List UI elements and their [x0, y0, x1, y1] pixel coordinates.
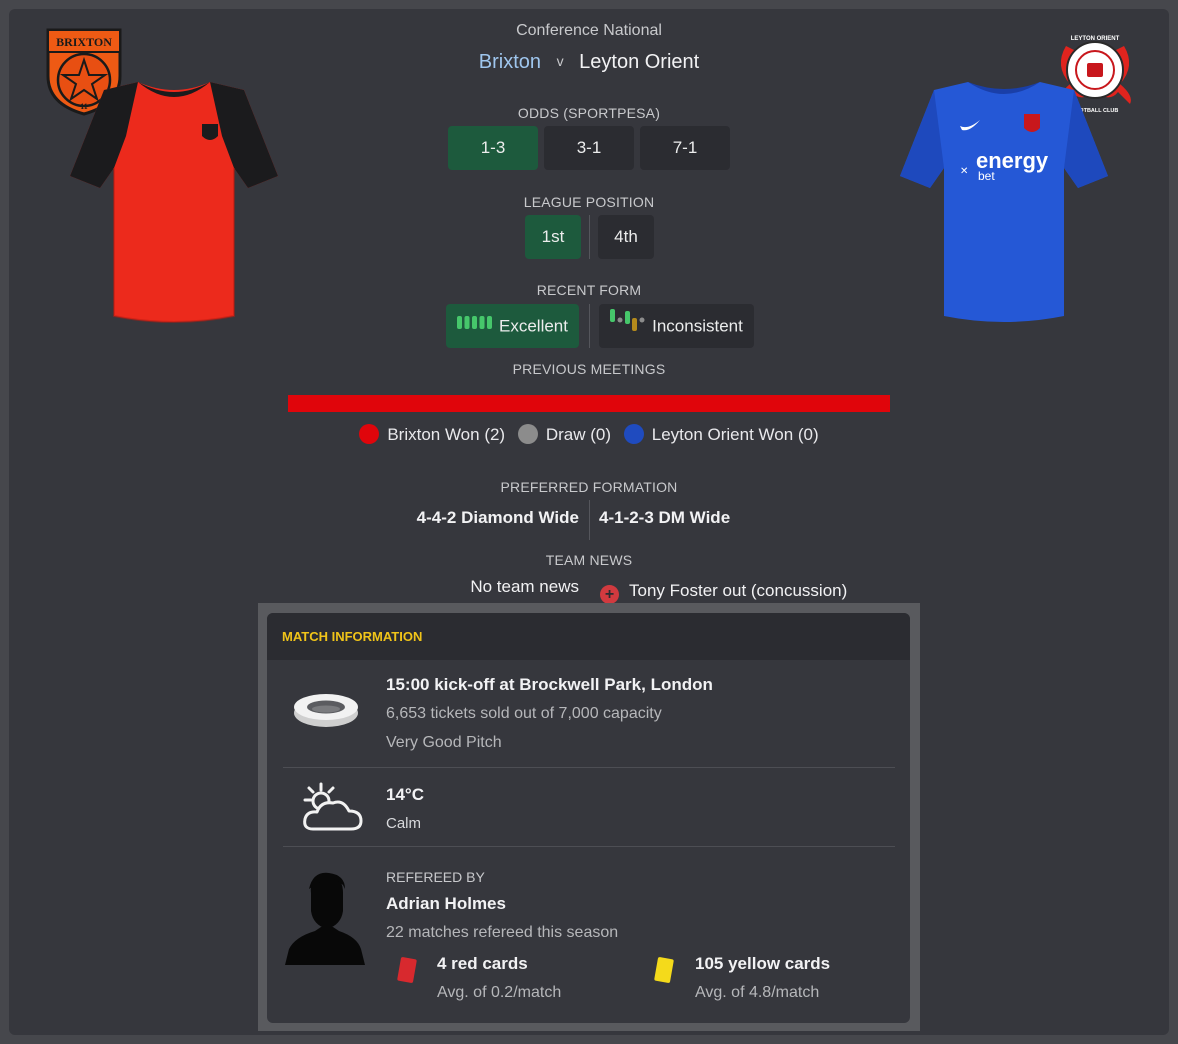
injury-icon: +	[600, 585, 619, 604]
away-team-name[interactable]: Leyton Orient	[579, 51, 699, 73]
legend-away-label: Leyton Orient Won (0)	[651, 425, 819, 444]
divider	[589, 215, 590, 259]
referee-avatar[interactable]	[285, 871, 365, 965]
formation-home[interactable]: 4-4-2 Diamond Wide	[380, 508, 579, 528]
divider	[283, 846, 895, 847]
red-card-icon	[396, 956, 418, 984]
recent-form-home[interactable]: Excellent	[446, 304, 579, 348]
previous-meetings-legend: Brixton Won (2) Draw (0) Leyton Orient W…	[0, 424, 1178, 445]
match-information-card: MATCH INFORMATION 15:00 kick-off at Broc…	[258, 603, 920, 1031]
previous-meetings-title: PREVIOUS MEETINGS	[512, 361, 666, 377]
recent-form-home-label: Excellent	[499, 316, 568, 336]
divider	[589, 304, 590, 348]
form-bars-icon	[610, 305, 646, 349]
recent-form-away-label: Inconsistent	[652, 316, 743, 336]
previous-meetings-bar[interactable]	[288, 395, 890, 412]
kickoff-info[interactable]: 15:00 kick-off at Brockwell Park, London	[386, 675, 713, 695]
preferred-formation-title: PREFERRED FORMATION	[500, 479, 678, 495]
divider	[283, 767, 895, 768]
odds-title: ODDS (SPORTPESA)	[517, 105, 661, 121]
pitch-condition: Very Good Pitch	[386, 734, 502, 751]
match-information-inner: MATCH INFORMATION 15:00 kick-off at Broc…	[267, 613, 910, 1023]
match-information-title: MATCH INFORMATION	[282, 629, 423, 644]
formation-away[interactable]: 4-1-2-3 DM Wide	[599, 508, 819, 528]
yellow-card-icon	[653, 956, 675, 984]
form-bars-icon	[457, 305, 493, 349]
referee-name[interactable]: Adrian Holmes	[386, 894, 506, 914]
odds-away[interactable]: 7-1	[640, 126, 730, 170]
legend-home-label: Brixton Won (2)	[387, 425, 506, 444]
competition-name[interactable]: Conference National	[0, 22, 1178, 40]
referee-matches: 22 matches refereed this season	[386, 924, 619, 941]
team-news-away[interactable]: + Tony Foster out (concussion)	[600, 581, 920, 604]
meetings-home-segment	[288, 395, 890, 412]
away-sponsor-sub: bet	[978, 169, 995, 183]
league-position-home[interactable]: 1st	[525, 215, 581, 259]
svg-text:✕: ✕	[960, 166, 968, 177]
legend-draw-label: Draw (0)	[545, 425, 611, 444]
league-position-away[interactable]: 4th	[598, 215, 654, 259]
stadium-icon	[291, 687, 361, 731]
red-cards-average: Avg. of 0.2/match	[437, 984, 562, 1001]
odds-draw[interactable]: 3-1	[544, 126, 634, 170]
partly-cloudy-icon	[299, 781, 365, 835]
fixture-title: Brixton v Leyton Orient	[0, 51, 1178, 74]
recent-form-away[interactable]: Inconsistent	[599, 304, 754, 348]
red-cards-count: 4 red cards	[437, 954, 528, 973]
legend-away-dot	[623, 424, 644, 444]
recent-form-title: RECENT FORM	[536, 282, 642, 298]
versus-label: v	[556, 53, 564, 69]
wind-condition: Calm	[386, 815, 422, 832]
yellow-cards-count: 105 yellow cards	[695, 954, 831, 973]
yellow-cards-average: Avg. of 4.8/match	[695, 984, 820, 1001]
legend-home-dot	[359, 424, 380, 444]
odds-home[interactable]: 1-3	[448, 126, 538, 170]
divider	[589, 500, 590, 540]
team-news-away-label: Tony Foster out (concussion)	[629, 581, 848, 600]
team-news-title: TEAM NEWS	[545, 552, 633, 568]
tickets-info: 6,653 tickets sold out of 7,000 capacity	[386, 705, 662, 722]
legend-draw-dot	[517, 424, 538, 444]
match-information-header: MATCH INFORMATION	[267, 613, 910, 660]
league-position-title: LEAGUE POSITION	[523, 194, 655, 210]
team-news-home: No team news	[470, 577, 579, 596]
home-team-name[interactable]: Brixton	[479, 51, 541, 73]
temperature: 14°C	[386, 785, 424, 804]
referee-label: REFEREED BY	[386, 869, 485, 885]
